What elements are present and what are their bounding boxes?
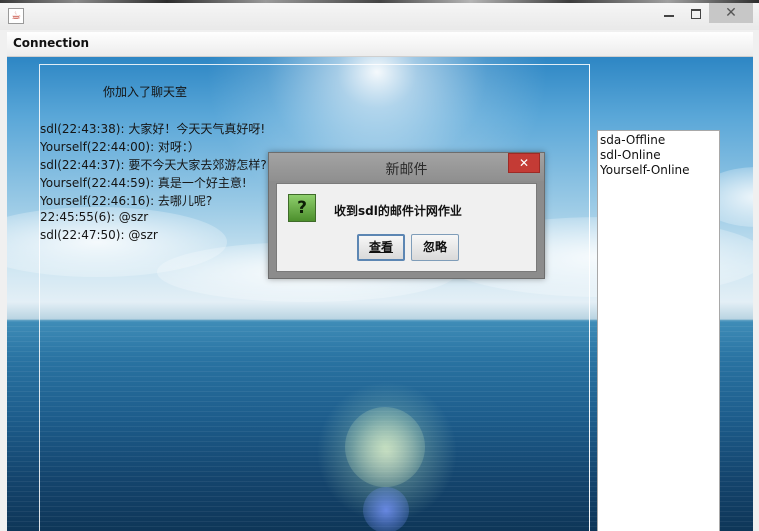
close-icon: ✕ <box>725 5 737 21</box>
user-list-item[interactable]: sdl-Online <box>600 148 717 163</box>
maximize-button[interactable] <box>683 3 709 23</box>
ignore-mail-button-label: 忽略 <box>422 240 447 254</box>
dialog-close-button[interactable]: ✕ <box>508 153 540 173</box>
window-titlebar: ☕ ✕ <box>0 0 759 30</box>
window-close-button[interactable]: ✕ <box>709 3 753 23</box>
menu-bar: Connection <box>7 32 753 57</box>
menu-connection[interactable]: Connection <box>13 36 89 50</box>
view-mail-button[interactable]: 查看 <box>357 234 405 261</box>
java-cup-icon[interactable]: ☕ <box>8 8 24 24</box>
online-user-list[interactable]: sda-Offline sdl-Online Yourself-Online <box>597 130 720 531</box>
minimize-icon <box>664 14 674 17</box>
maximize-icon <box>691 8 701 19</box>
chat-message: Yourself(22:44:59): 真是一个好主意! <box>40 176 247 190</box>
join-notice: 你加入了聊天室 <box>103 85 188 99</box>
close-icon: ✕ <box>518 156 530 170</box>
chat-message: sdl(22:43:38): 大家好！今天天气真好呀! <box>40 122 266 136</box>
user-list-item[interactable]: Yourself-Online <box>600 163 717 178</box>
view-mail-button-label: 查看 <box>368 240 393 254</box>
dialog-message: 收到sdl的邮件计网作业 <box>334 204 462 218</box>
new-mail-dialog: 新邮件 ✕ ? 收到sdl的邮件计网作业 查看 忽略 <box>268 152 545 279</box>
chat-message: Yourself(22:46:16): 去哪儿呢? <box>40 194 213 208</box>
title-decoration-strip <box>0 0 759 3</box>
question-icon: ? <box>288 194 316 222</box>
dialog-title: 新邮件 <box>385 162 428 178</box>
chat-message: 22:45:55(6): @szr <box>40 210 149 224</box>
user-list-item[interactable]: sda-Offline <box>600 133 717 148</box>
chat-background: 你加入了聊天室 sdl(22:43:38): 大家好！今天天气真好呀! Your… <box>7 57 753 531</box>
chat-message: sdl(22:44:37): 要不今天大家去郊游怎样? <box>40 158 267 172</box>
dialog-titlebar: 新邮件 ✕ <box>269 153 544 181</box>
ignore-mail-button[interactable]: 忽略 <box>411 234 459 261</box>
chat-message: Yourself(22:44:00): 对呀：） <box>40 140 200 154</box>
chat-message: sdl(22:47:50): @szr <box>40 228 158 242</box>
dialog-body: ? 收到sdl的邮件计网作业 查看 忽略 <box>276 183 537 272</box>
minimize-button[interactable] <box>655 3 683 23</box>
